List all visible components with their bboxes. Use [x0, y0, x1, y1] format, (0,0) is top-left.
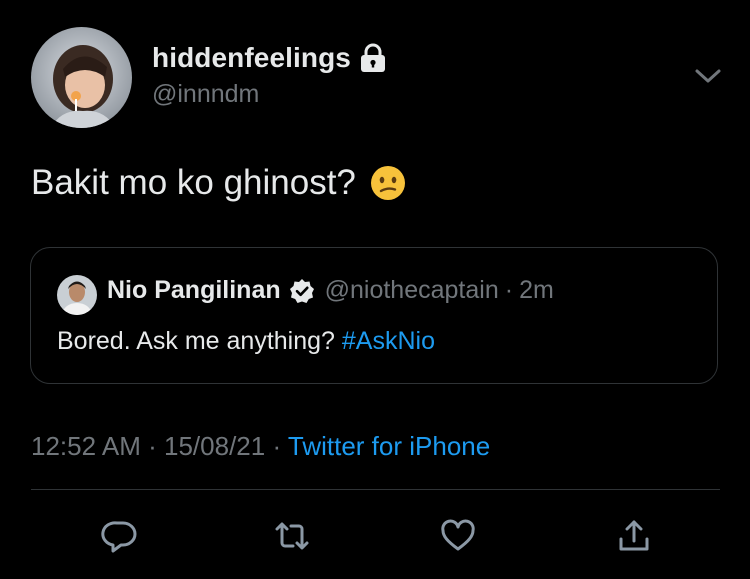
author-avatar[interactable]	[31, 27, 132, 128]
separator-dot: ·	[148, 431, 157, 461]
share-icon	[619, 520, 649, 551]
quoted-text-content: Bored. Ask me anything?	[57, 327, 335, 355]
quoted-header: Nio Pangilinan @niothecaptain · 2m	[107, 276, 554, 305]
retweet-button[interactable]	[270, 514, 314, 558]
reply-icon	[101, 521, 137, 553]
quoted-handle[interactable]: @niothecaptain	[325, 276, 499, 305]
separator-dot: ·	[504, 276, 514, 304]
chevron-down-icon[interactable]	[692, 64, 724, 88]
tweet-source-link[interactable]: Twitter for iPhone	[288, 431, 490, 461]
separator-dot: ·	[272, 431, 282, 461]
tweet-time[interactable]: 12:52 AM	[31, 431, 141, 461]
quoted-timestamp[interactable]: 2m	[519, 276, 554, 305]
quoted-display-name[interactable]: Nio Pangilinan	[107, 276, 281, 305]
lock-icon	[359, 43, 387, 73]
author-display-name[interactable]: hiddenfeelings	[152, 42, 351, 74]
retweet-icon	[275, 522, 309, 550]
share-button[interactable]	[612, 514, 656, 558]
tweet-meta: 12:52 AM · 15/08/21 · Twitter for iPhone	[31, 431, 490, 462]
like-icon	[441, 519, 475, 551]
tweet-date[interactable]: 15/08/21	[164, 431, 265, 461]
quoted-text: Bored. Ask me anything? #AskNio	[57, 327, 435, 356]
quoted-avatar[interactable]	[57, 275, 97, 315]
tweet-text-content: Bakit mo ko ghinost?	[31, 163, 356, 202]
confused-face-emoji	[370, 165, 406, 201]
quoted-tweet[interactable]: Nio Pangilinan @niothecaptain · 2m Bored…	[30, 247, 718, 384]
tweet-text: Bakit mo ko ghinost?	[31, 163, 406, 203]
verified-badge-icon	[289, 278, 315, 304]
author-name-row: hiddenfeelings	[152, 42, 387, 74]
like-button[interactable]	[436, 514, 480, 558]
tweet-detail: hiddenfeelings @innndm Bakit mo ko ghino…	[0, 0, 750, 579]
author-handle[interactable]: @innndm	[152, 80, 259, 109]
divider	[31, 489, 720, 490]
hashtag-link[interactable]: #AskNio	[342, 327, 435, 355]
reply-button[interactable]	[98, 514, 142, 558]
